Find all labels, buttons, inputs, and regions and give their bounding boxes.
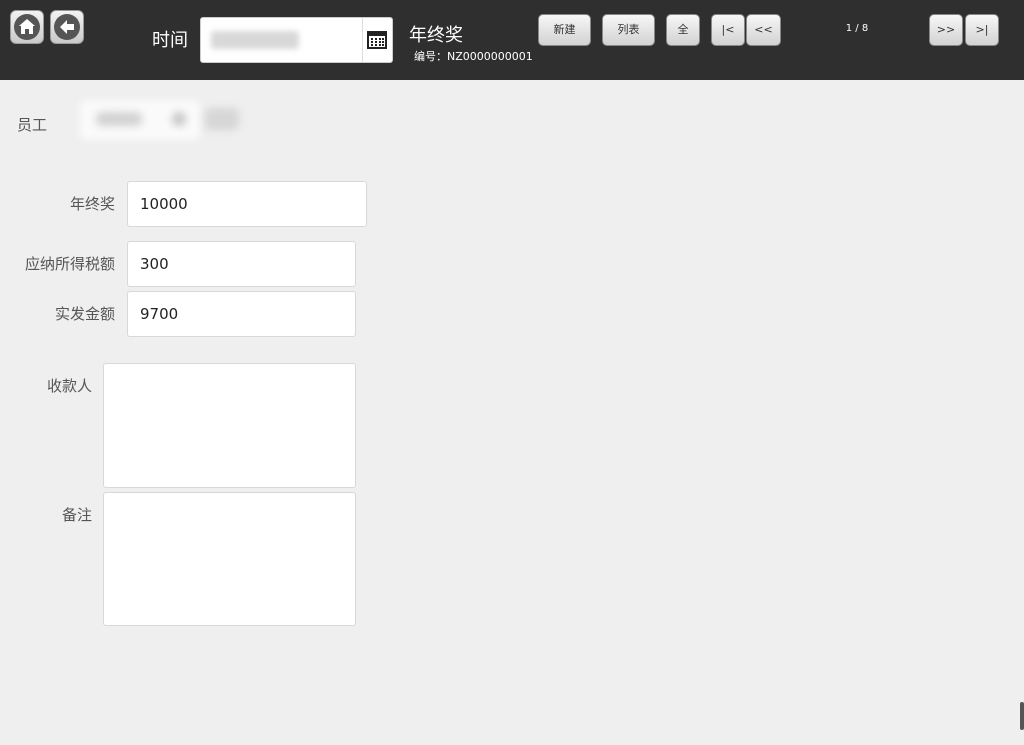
list-button[interactable]: 列表 (602, 14, 655, 46)
bonus-label: 年终奖 (69, 195, 115, 213)
payee-textarea[interactable] (103, 363, 356, 488)
back-button[interactable] (50, 10, 84, 44)
date-field[interactable] (200, 17, 393, 63)
tax-label: 应纳所得税额 (24, 255, 115, 273)
remark-textarea[interactable] (103, 492, 356, 626)
employee-label: 员工 (17, 116, 48, 134)
last-page-button[interactable]: >| (965, 14, 999, 46)
actual-amount-input[interactable]: 9700 (127, 291, 356, 337)
date-field-divider (362, 18, 363, 62)
time-label: 时间 (152, 30, 188, 51)
next-page-button[interactable]: >> (929, 14, 963, 46)
document-number: 编号：NZ0000000001 (414, 50, 533, 63)
actual-amount-label: 实发金额 (54, 305, 115, 323)
back-arrow-icon (54, 14, 80, 40)
all-button[interactable]: 全 (666, 14, 700, 46)
date-value (211, 31, 299, 49)
document-title: 年终奖 (409, 25, 463, 46)
home-icon (14, 14, 40, 40)
prev-page-button[interactable]: << (746, 14, 781, 46)
employee-select-button[interactable] (205, 108, 239, 130)
first-page-button[interactable]: |< (711, 14, 745, 46)
scrollbar-handle[interactable] (1020, 702, 1024, 730)
bonus-input[interactable]: 10000 (127, 181, 367, 227)
page-indicator: 1 / 8 (845, 23, 869, 34)
remark-label: 备注 (61, 506, 92, 524)
new-button[interactable]: 新建 (538, 14, 591, 46)
employee-value (96, 112, 142, 126)
tax-input[interactable]: 300 (127, 241, 356, 287)
payee-label: 收款人 (46, 377, 92, 395)
calendar-icon[interactable] (367, 31, 387, 49)
employee-selector[interactable] (80, 98, 240, 142)
home-button[interactable] (10, 10, 44, 44)
employee-search-icon[interactable] (172, 112, 186, 126)
toolbar: 时间 年终奖 编号：NZ0000000001 新建 列表 全 |< << 1 /… (0, 0, 1024, 80)
